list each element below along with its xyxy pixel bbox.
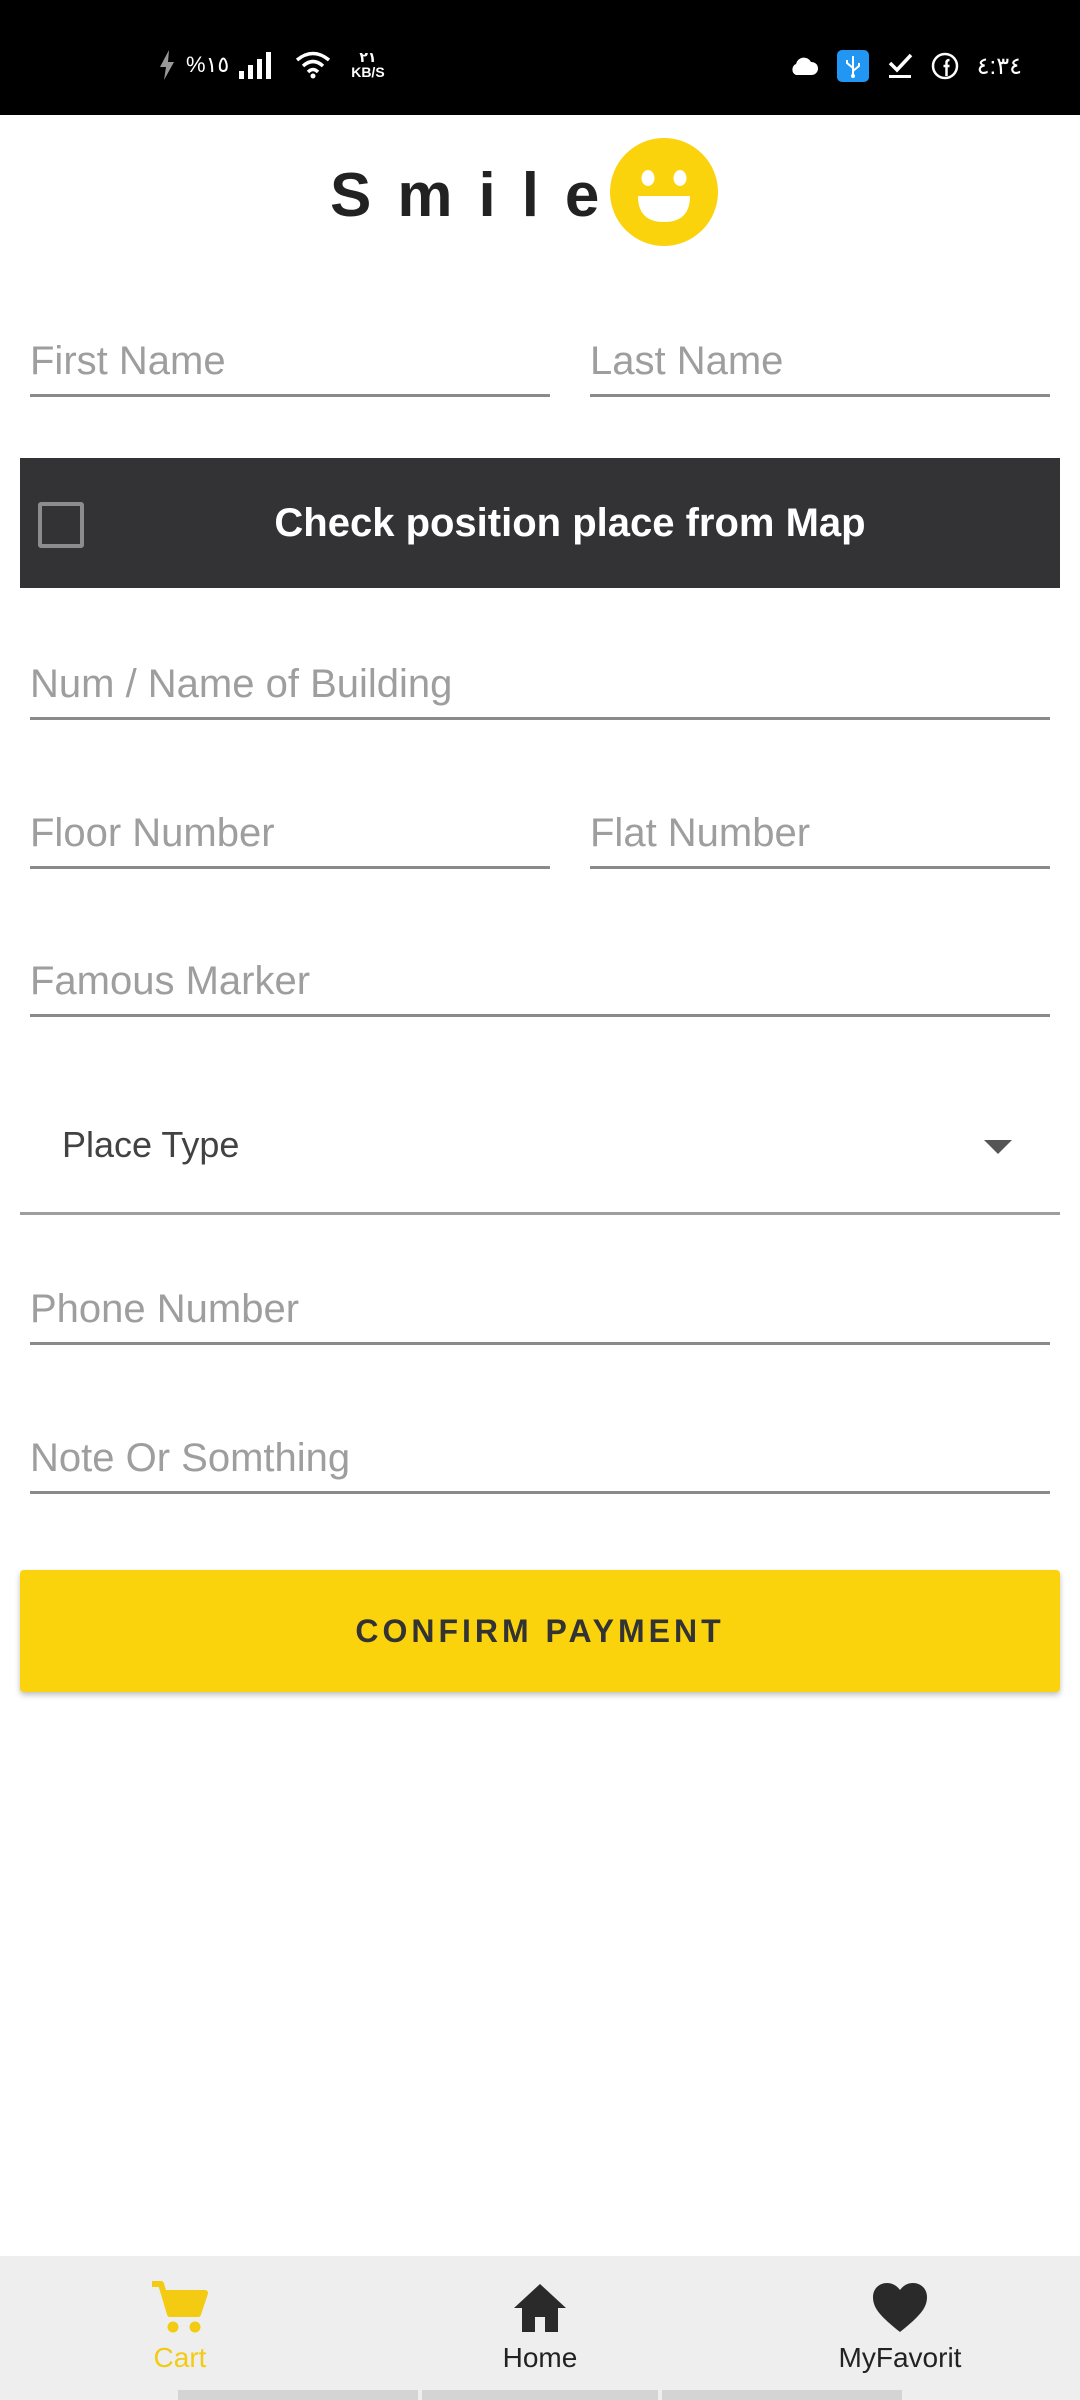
famous-marker-input[interactable] — [30, 959, 1050, 1004]
first-name-input[interactable] — [30, 339, 550, 384]
flat-number-input[interactable] — [590, 811, 1050, 856]
building-field[interactable] — [30, 648, 1050, 720]
first-name-field[interactable] — [30, 325, 550, 397]
chevron-down-icon — [984, 1140, 1012, 1154]
nav-label-home: Home — [502, 2342, 578, 2373]
nav-label-cart: Cart — [153, 2342, 207, 2373]
nav-item-cart[interactable]: Cart — [0, 2256, 360, 2400]
signal-icon — [239, 51, 273, 79]
smiley-icon — [610, 138, 718, 246]
heart-icon — [873, 2283, 927, 2332]
net-speed-unit: KB/S — [351, 64, 385, 80]
gesture-bar-left — [178, 2390, 418, 2400]
battery-percent: %١٥ — [186, 52, 230, 77]
app-header: Smile — [0, 115, 1080, 270]
cloud-icon — [789, 56, 819, 76]
floor-number-field[interactable] — [30, 797, 550, 869]
map-check-bar[interactable]: Check position place from Map — [20, 458, 1060, 588]
status-time: ٤:٣٤ — [976, 52, 1022, 80]
status-bar: %١٥ ٢١ KB/S ٤:٣٤ — [0, 0, 1080, 115]
last-name-input[interactable] — [590, 339, 1050, 384]
note-field[interactable] — [30, 1422, 1050, 1494]
cart-icon — [152, 2281, 208, 2333]
nav-label-favorites: MyFavorit — [838, 2342, 962, 2373]
flat-number-field[interactable] — [590, 797, 1050, 869]
usb-icon — [836, 50, 869, 82]
last-name-field[interactable] — [590, 325, 1050, 397]
brand-title: Smile — [330, 161, 626, 230]
status-left: %١٥ ٢١ KB/S — [158, 50, 385, 80]
net-speed-value: ٢١ — [359, 49, 377, 65]
home-icon — [514, 2284, 566, 2332]
building-input[interactable] — [30, 662, 1050, 707]
nav-item-home[interactable]: Home — [360, 2256, 720, 2400]
map-check-label: Check position place from Map — [274, 500, 866, 545]
wifi-icon — [295, 51, 331, 79]
place-type-label: Place Type — [62, 1124, 240, 1165]
status-right: ٤:٣٤ — [789, 50, 1022, 82]
famous-marker-field[interactable] — [30, 945, 1050, 1017]
facebook-icon — [931, 52, 959, 80]
gesture-bar-right — [662, 2390, 902, 2400]
check-icon — [887, 53, 913, 79]
net-speed: ٢١ KB/S — [351, 50, 384, 80]
floor-number-input[interactable] — [30, 811, 550, 856]
note-input[interactable] — [30, 1436, 1050, 1481]
phone-number-field[interactable] — [30, 1273, 1050, 1345]
charging-icon — [158, 50, 176, 80]
place-type-dropdown[interactable]: Place Type — [20, 1090, 1060, 1215]
phone-number-input[interactable] — [30, 1287, 1050, 1332]
gesture-bar-middle — [422, 2390, 658, 2400]
bottom-navigation: Cart Home MyFavorit — [0, 2256, 1080, 2400]
nav-item-favorites[interactable]: MyFavorit — [720, 2256, 1080, 2400]
confirm-payment-button[interactable]: CONFIRM PAYMENT — [20, 1570, 1060, 1692]
